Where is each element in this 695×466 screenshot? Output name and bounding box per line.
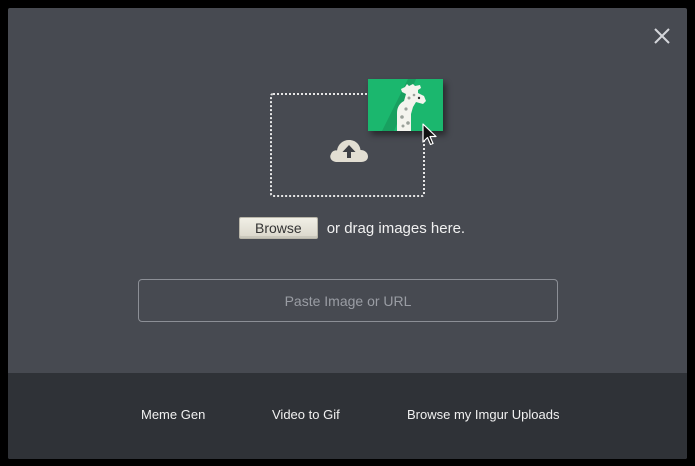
- meme-gen-link[interactable]: Meme Gen: [141, 407, 205, 422]
- dialog-footer: Meme Gen Video to Gif Browse my Imgur Up…: [8, 373, 687, 459]
- cloud-upload-icon: [330, 140, 368, 162]
- browse-row: Browse or drag images here.: [239, 216, 465, 240]
- paste-url-input[interactable]: [138, 279, 558, 322]
- close-icon: [654, 28, 670, 44]
- browse-button[interactable]: Browse: [239, 217, 318, 239]
- video-to-gif-link[interactable]: Video to Gif: [272, 407, 340, 422]
- browse-uploads-link[interactable]: Browse my Imgur Uploads: [407, 407, 559, 422]
- drag-hint-text: or drag images here.: [326, 219, 466, 237]
- cursor-arrow-icon: [422, 123, 437, 146]
- drop-zone[interactable]: [270, 79, 452, 207]
- close-button[interactable]: [651, 25, 673, 47]
- upload-dialog: Browse or drag images here. Meme Gen Vid…: [8, 8, 687, 459]
